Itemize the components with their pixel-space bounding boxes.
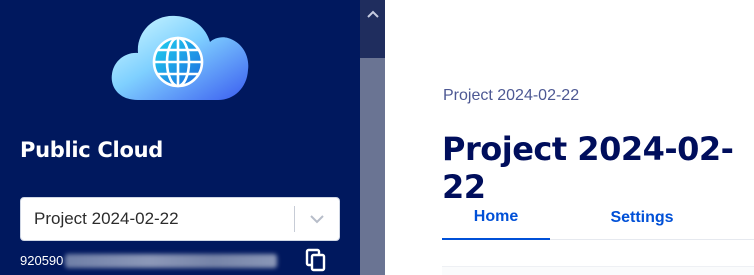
- project-select-value: Project 2024-02-22: [34, 209, 179, 228]
- project-select[interactable]: Project 2024-02-22: [20, 197, 340, 241]
- tab-bar: Home Settings: [442, 196, 754, 240]
- sidebar: Public Cloud Project 2024-02-22 920590: [0, 0, 360, 275]
- content-panel: [442, 266, 754, 275]
- project-id-masked: [65, 253, 278, 268]
- breadcrumb[interactable]: Project 2024-02-22: [443, 87, 579, 105]
- tab-settings[interactable]: Settings: [592, 196, 692, 240]
- main-content: Project 2024-02-22 Project 2024-02-22 Ho…: [385, 0, 754, 275]
- product-title: Public Cloud: [20, 138, 163, 162]
- tab-home[interactable]: Home: [442, 196, 550, 240]
- scroll-up-arrow-icon[interactable]: [360, 0, 385, 28]
- page-title: Project 2024-02-22: [442, 130, 734, 206]
- sidebar-scrollbar[interactable]: [360, 0, 385, 275]
- cloud-globe-icon: [110, 8, 250, 104]
- chevron-down-icon[interactable]: [295, 197, 339, 241]
- scrollbar-thumb[interactable]: [360, 58, 385, 275]
- project-id: 920590: [20, 253, 278, 268]
- copy-icon[interactable]: [305, 248, 327, 272]
- project-id-prefix: 920590: [20, 253, 64, 268]
